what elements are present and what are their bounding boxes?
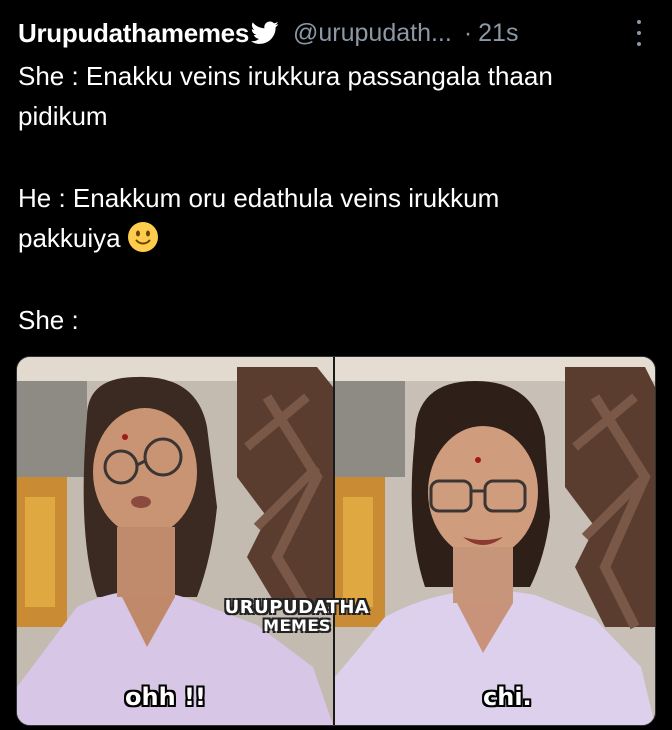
separator-dot: ·	[463, 18, 473, 47]
tweet-text: She : Enakku veins irukkura passangala t…	[18, 56, 652, 340]
author-handle[interactable]: @urupudath...	[293, 19, 452, 48]
tweet-header: Urupudathamemes @urupudath... · 21s	[18, 16, 660, 50]
tweet-line: She :	[18, 305, 79, 335]
slightly-smiling-face-icon	[127, 221, 159, 253]
twitter-bird-icon	[251, 21, 279, 45]
timestamp[interactable]: 21s	[478, 19, 518, 48]
tweet-line-text: pakkuiya	[18, 223, 121, 253]
meme-image[interactable]: URUPUDATHA MEMES ohh !! chi.	[16, 356, 656, 726]
author-name[interactable]: Urupudathamemes	[18, 18, 249, 49]
tweet-line: He : Enakkum oru edathula veins irukkum	[18, 183, 500, 213]
tweet-line-with-emoji: pakkuiya	[18, 218, 652, 258]
caption-right: chi.	[483, 683, 532, 711]
meme-panel-left	[17, 357, 333, 725]
tweet-line: She : Enakku veins irukkura passangala t…	[18, 61, 553, 91]
tweet-line: pidikum	[18, 101, 108, 131]
watermark-line-2: MEMES	[263, 616, 331, 635]
meme-watermark: URUPUDATHA MEMES	[217, 599, 377, 635]
meme-panel-right	[335, 357, 655, 725]
caption-left: ohh !!	[125, 683, 206, 711]
watermark-line-1: URUPUDATHA	[224, 597, 370, 618]
more-vertical-icon[interactable]	[636, 20, 642, 46]
